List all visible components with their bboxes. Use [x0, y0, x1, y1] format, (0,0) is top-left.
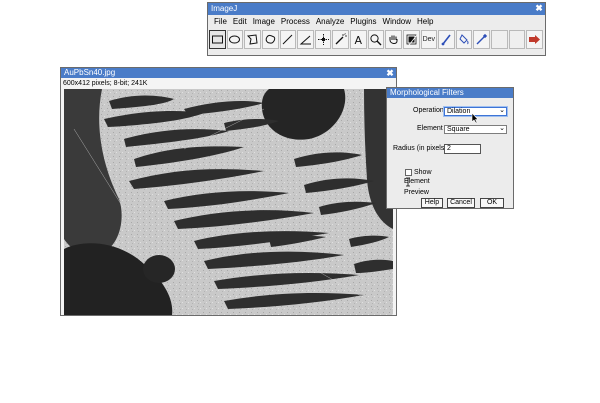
- imagej-toolbar: A Dev: [209, 30, 544, 52]
- dialog-title: Morphological Filters: [390, 88, 464, 97]
- eyedropper-tool-icon[interactable]: [402, 30, 420, 49]
- help-button[interactable]: Help: [421, 198, 443, 208]
- morphological-filters-dialog: Morphological Filters Operation Dilation…: [386, 87, 514, 209]
- radius-label: Radius (in pixels): [393, 145, 447, 152]
- image-info: 600x412 pixels; 8-bit; 241K: [63, 80, 148, 87]
- dev-tool-icon[interactable]: Dev: [420, 30, 438, 49]
- dialog-titlebar[interactable]: Morphological Filters: [387, 88, 513, 98]
- menu-analyze[interactable]: Analyze: [313, 15, 347, 29]
- imagej-close-icon[interactable]: ✖: [535, 3, 543, 13]
- menu-image[interactable]: Image: [250, 15, 278, 29]
- image-window-titlebar[interactable]: AuPbSn40.jpg ✖: [61, 68, 396, 78]
- element-label: Element: [417, 125, 443, 132]
- menu-edit[interactable]: Edit: [230, 15, 250, 29]
- magnifier-tool-icon[interactable]: [367, 30, 385, 49]
- imagej-main-window: ImageJ ✖ File Edit Image Process Analyze…: [207, 2, 546, 56]
- element-select[interactable]: Square ⌄: [444, 125, 507, 134]
- empty-tool-slot-1[interactable]: [491, 30, 508, 49]
- imagej-title: ImageJ: [211, 4, 238, 13]
- more-tools-arrow-icon[interactable]: [526, 30, 543, 49]
- text-cursor-icon: [406, 177, 410, 187]
- imagej-titlebar[interactable]: ImageJ ✖: [208, 3, 545, 15]
- rectangle-tool-icon[interactable]: [209, 30, 226, 49]
- micrograph-canvas[interactable]: [64, 89, 393, 315]
- radius-input[interactable]: 2: [444, 144, 481, 154]
- flood-fill-tool-icon[interactable]: [455, 30, 473, 49]
- empty-tool-slot-2[interactable]: [508, 30, 526, 49]
- polygon-tool-icon[interactable]: [244, 30, 261, 49]
- svg-text:A: A: [354, 34, 362, 46]
- cancel-button[interactable]: Cancel: [447, 198, 475, 208]
- wand-tool-icon[interactable]: [332, 30, 349, 49]
- point-tool-icon[interactable]: [314, 30, 332, 49]
- image-window-close-icon[interactable]: ✖: [386, 68, 394, 78]
- freehand-tool-icon[interactable]: [261, 30, 279, 49]
- menu-window[interactable]: Window: [380, 15, 414, 29]
- menu-process[interactable]: Process: [278, 15, 313, 29]
- chevron-down-icon: ⌄: [499, 107, 505, 114]
- dev-label: Dev: [422, 36, 436, 43]
- show-element-checkbox[interactable]: [405, 169, 412, 176]
- menu-plugins[interactable]: Plugins: [347, 15, 379, 29]
- operation-label: Operation: [413, 107, 444, 114]
- element-value: Square: [447, 126, 470, 133]
- image-window: AuPbSn40.jpg ✖ 600x412 pixels; 8-bit; 24…: [60, 67, 397, 316]
- text-tool-icon[interactable]: A: [350, 30, 367, 49]
- show-element-label-line1: Show: [414, 169, 432, 176]
- chevron-down-icon: ⌄: [499, 125, 505, 132]
- pipette-tool-icon[interactable]: [473, 30, 490, 49]
- angle-tool-icon[interactable]: [297, 30, 314, 49]
- preview-label: Preview: [404, 189, 429, 196]
- operation-value: Dilation: [447, 108, 471, 115]
- line-tool-icon[interactable]: [279, 30, 297, 49]
- oval-tool-icon[interactable]: [226, 30, 244, 49]
- ok-button[interactable]: OK: [480, 198, 504, 208]
- menu-file[interactable]: File: [211, 15, 230, 29]
- menu-help[interactable]: Help: [414, 15, 436, 29]
- brush-tool-icon[interactable]: [438, 30, 455, 49]
- image-window-title: AuPbSn40.jpg: [64, 68, 116, 77]
- imagej-menubar: File Edit Image Process Analyze Plugins …: [208, 15, 545, 29]
- mouse-cursor-icon: [471, 112, 479, 124]
- hand-tool-icon[interactable]: [385, 30, 402, 49]
